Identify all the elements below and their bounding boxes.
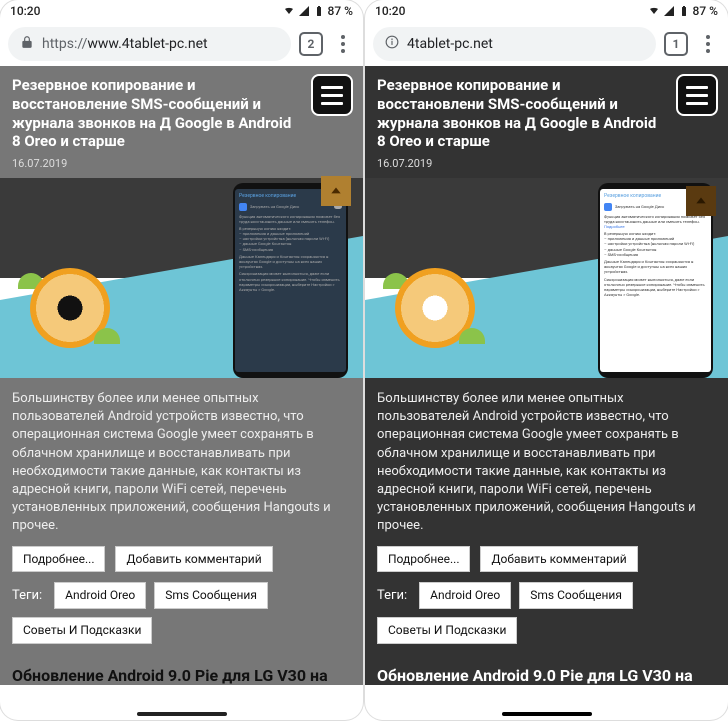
status-bar: 10:20 87 % xyxy=(0,0,363,22)
status-right: 87 % xyxy=(648,4,718,18)
article-header: Резервное копирование и восстановлени SM… xyxy=(365,66,728,178)
battery-pct: 87 % xyxy=(328,4,353,18)
page-content[interactable]: Резервное копирование и восстановление S… xyxy=(0,66,363,720)
phone-right: 10:20 87 % 4tablet-pc.net 1 Резервное ко… xyxy=(365,0,728,720)
hero-image: Резервное копирование Загружать на Googl… xyxy=(365,178,728,378)
article-title[interactable]: Резервное копирование и восстановлени SM… xyxy=(377,76,716,151)
battery-pct: 87 % xyxy=(693,4,718,18)
menu-button[interactable] xyxy=(331,35,355,53)
omnibar: https://www.4tablet-pc.net 2 xyxy=(0,22,363,66)
address-bar[interactable]: 4tablet-pc.net xyxy=(373,27,656,61)
status-time: 10:20 xyxy=(375,4,648,18)
article-text: Большинству более или менее опытных поль… xyxy=(12,390,351,536)
home-indicator[interactable] xyxy=(502,712,592,716)
signal-icon xyxy=(663,5,675,17)
article-body: Большинству более или менее опытных поль… xyxy=(0,378,363,656)
battery-icon xyxy=(678,5,690,17)
wifi-icon xyxy=(648,5,660,17)
status-right: 87 % xyxy=(283,4,353,18)
scroll-top-button[interactable] xyxy=(321,176,351,206)
tags-row: Теги: Android Oreo Sms Сообщения Советы … xyxy=(12,582,351,644)
tag-link[interactable]: Советы И Подсказки xyxy=(12,617,152,644)
tag-link[interactable]: Sms Сообщения xyxy=(519,582,633,609)
article-date: 16.07.2019 xyxy=(377,157,716,170)
add-comment-button[interactable]: Добавить комментарий xyxy=(115,546,272,573)
omnibar: 4tablet-pc.net 1 xyxy=(365,22,728,66)
tags-label: Теги: xyxy=(12,587,46,605)
site-menu-button[interactable] xyxy=(311,74,353,116)
tag-link[interactable]: Android Oreo xyxy=(419,582,511,609)
next-article-title[interactable]: Обновление Android 9.0 Pie для LG V30 на xyxy=(0,656,363,685)
read-more-button[interactable]: Подробнее... xyxy=(377,546,470,573)
info-icon xyxy=(385,35,399,53)
tag-link[interactable]: Android Oreo xyxy=(54,582,146,609)
article-header: Резервное копирование и восстановление S… xyxy=(0,66,363,178)
lock-icon xyxy=(20,35,34,53)
article-text: Большинству более или менее опытных поль… xyxy=(377,390,716,536)
wifi-icon xyxy=(283,5,295,17)
tags-row: Теги: Android Oreo Sms Сообщения Советы … xyxy=(377,582,716,644)
tags-label: Теги: xyxy=(377,587,411,605)
article-body: Большинству более или менее опытных поль… xyxy=(365,378,728,656)
page-content[interactable]: Резервное копирование и восстановлени SM… xyxy=(365,66,728,720)
scroll-top-button[interactable] xyxy=(686,186,716,216)
home-indicator[interactable] xyxy=(137,712,227,716)
hero-image: Резервное копирование Загружать на Googl… xyxy=(0,178,363,378)
tab-switcher[interactable]: 2 xyxy=(299,32,323,56)
read-more-button[interactable]: Подробнее... xyxy=(12,546,105,573)
tab-switcher[interactable]: 1 xyxy=(664,32,688,56)
url-text: https://www.4tablet-pc.net xyxy=(42,36,208,52)
tag-link[interactable]: Sms Сообщения xyxy=(154,582,268,609)
phone-left: 10:20 87 % https://www.4tablet-pc.net 2 … xyxy=(0,0,363,720)
status-bar: 10:20 87 % xyxy=(365,0,728,22)
add-comment-button[interactable]: Добавить комментарий xyxy=(480,546,637,573)
article-date: 16.07.2019 xyxy=(12,157,351,170)
url-text: 4tablet-pc.net xyxy=(407,36,493,52)
tag-link[interactable]: Советы И Подсказки xyxy=(377,617,517,644)
next-article-title[interactable]: Обновление Android 9.0 Pie для LG V30 на xyxy=(365,656,728,685)
hero-phone-mockup: Резервное копирование Загружать на Googl… xyxy=(233,183,348,378)
address-bar[interactable]: https://www.4tablet-pc.net xyxy=(8,27,291,61)
signal-icon xyxy=(298,5,310,17)
menu-button[interactable] xyxy=(696,35,720,53)
site-menu-button[interactable] xyxy=(676,74,718,116)
status-time: 10:20 xyxy=(10,4,283,18)
battery-icon xyxy=(313,5,325,17)
article-title[interactable]: Резервное копирование и восстановление S… xyxy=(12,76,351,151)
